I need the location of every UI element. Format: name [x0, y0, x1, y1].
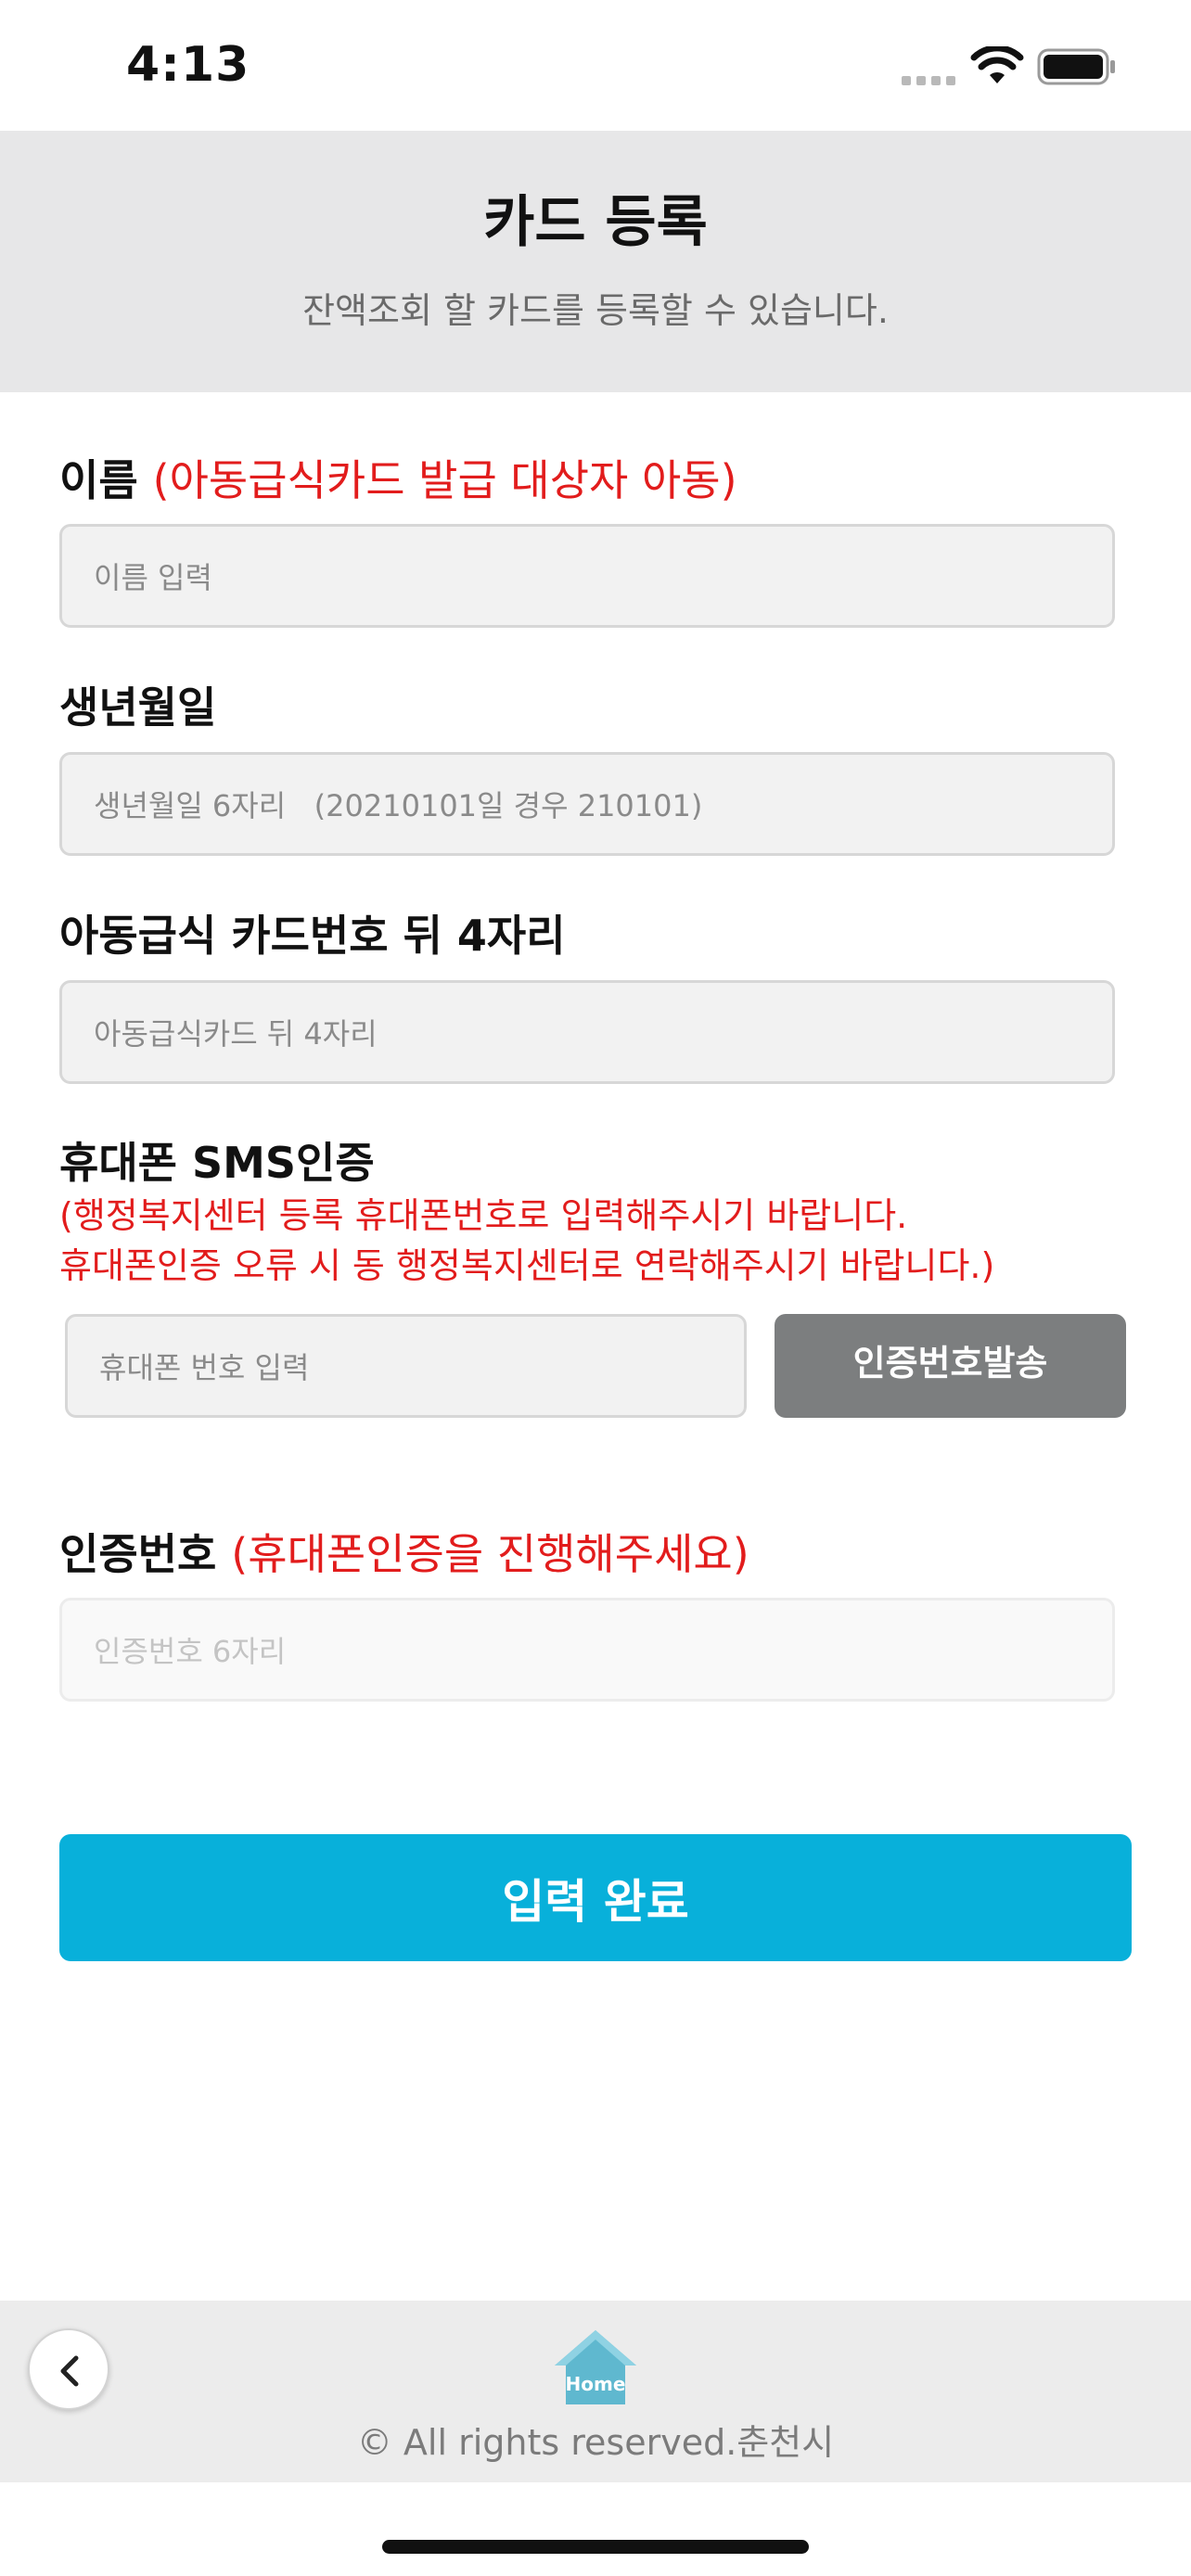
name-label-text: 이름 — [59, 455, 138, 505]
phone-input[interactable]: 휴대폰 번호 입력 — [65, 1314, 747, 1418]
footer: Home © All rights reserved.춘천시 — [0, 2301, 1191, 2482]
code-label: 인증번호 (휴대폰인증을 진행해주세요) — [59, 1521, 749, 1582]
home-icon — [555, 2330, 636, 2404]
card-number-input[interactable]: 아동급식카드 뒤 4자리 — [59, 980, 1115, 1084]
home-button[interactable]: Home — [551, 2327, 640, 2408]
page-subtitle: 잔액조회 할 카드를 등록할 수 있습니다. — [302, 290, 889, 331]
submit-button[interactable]: 입력 완료 — [59, 1834, 1132, 1961]
code-label-note: (휴대폰인증을 진행해주세요) — [231, 1529, 749, 1579]
signal-icon — [902, 76, 955, 85]
card-registration-screen: 4:13 카드 등록 잔액조회 할 카드를 등록할 수 있습니다. 이름 (아동… — [0, 0, 1191, 2576]
page-title: 카드 등록 — [483, 190, 708, 255]
chevron-left-icon — [60, 2355, 79, 2387]
phone-label: 휴대폰 SMS인증 — [59, 1138, 375, 1188]
code-label-text: 인증번호 — [59, 1529, 217, 1579]
name-input[interactable]: 이름 입력 — [59, 524, 1115, 628]
copyright-text: © All rights reserved.춘천시 — [356, 2422, 835, 2463]
phone-input-placeholder: 휴대폰 번호 입력 — [99, 1350, 310, 1385]
card-number-label: 아동급식 카드번호 뒤 4자리 — [59, 911, 566, 961]
name-input-placeholder: 이름 입력 — [94, 560, 212, 595]
birth-input[interactable]: 생년월일 6자리 (20210101일 경우 210101) — [59, 752, 1115, 856]
send-code-button[interactable]: 인증번호발송 — [775, 1314, 1126, 1418]
card-number-input-placeholder: 아동급식카드 뒤 4자리 — [94, 1016, 378, 1052]
phone-note-line1: (행정복지센터 등록 휴대폰번호로 입력해주시기 바랍니다. — [59, 1195, 908, 1236]
name-label-note: (아동급식카드 발급 대상자 아동) — [152, 455, 737, 505]
code-input-placeholder: 인증번호 6자리 — [94, 1634, 287, 1669]
phone-note-line2: 휴대폰인증 오류 시 동 행정복지센터로 연락해주시기 바랍니다.) — [59, 1245, 995, 1286]
home-label: Home — [565, 2373, 626, 2395]
back-button[interactable] — [28, 2328, 109, 2410]
name-label: 이름 (아동급식카드 발급 대상자 아동) — [59, 447, 737, 508]
status-bar: 4:13 — [0, 0, 1191, 131]
page-header: 카드 등록 잔액조회 할 카드를 등록할 수 있습니다. — [0, 131, 1191, 392]
status-time: 4:13 — [126, 37, 250, 93]
wifi-icon — [970, 46, 1024, 83]
home-indicator — [382, 2540, 809, 2554]
birth-label: 생년월일 — [59, 682, 217, 733]
birth-input-placeholder: 생년월일 6자리 (20210101일 경우 210101) — [94, 788, 703, 823]
battery-icon — [1037, 48, 1115, 85]
code-input[interactable]: 인증번호 6자리 — [59, 1598, 1115, 1702]
